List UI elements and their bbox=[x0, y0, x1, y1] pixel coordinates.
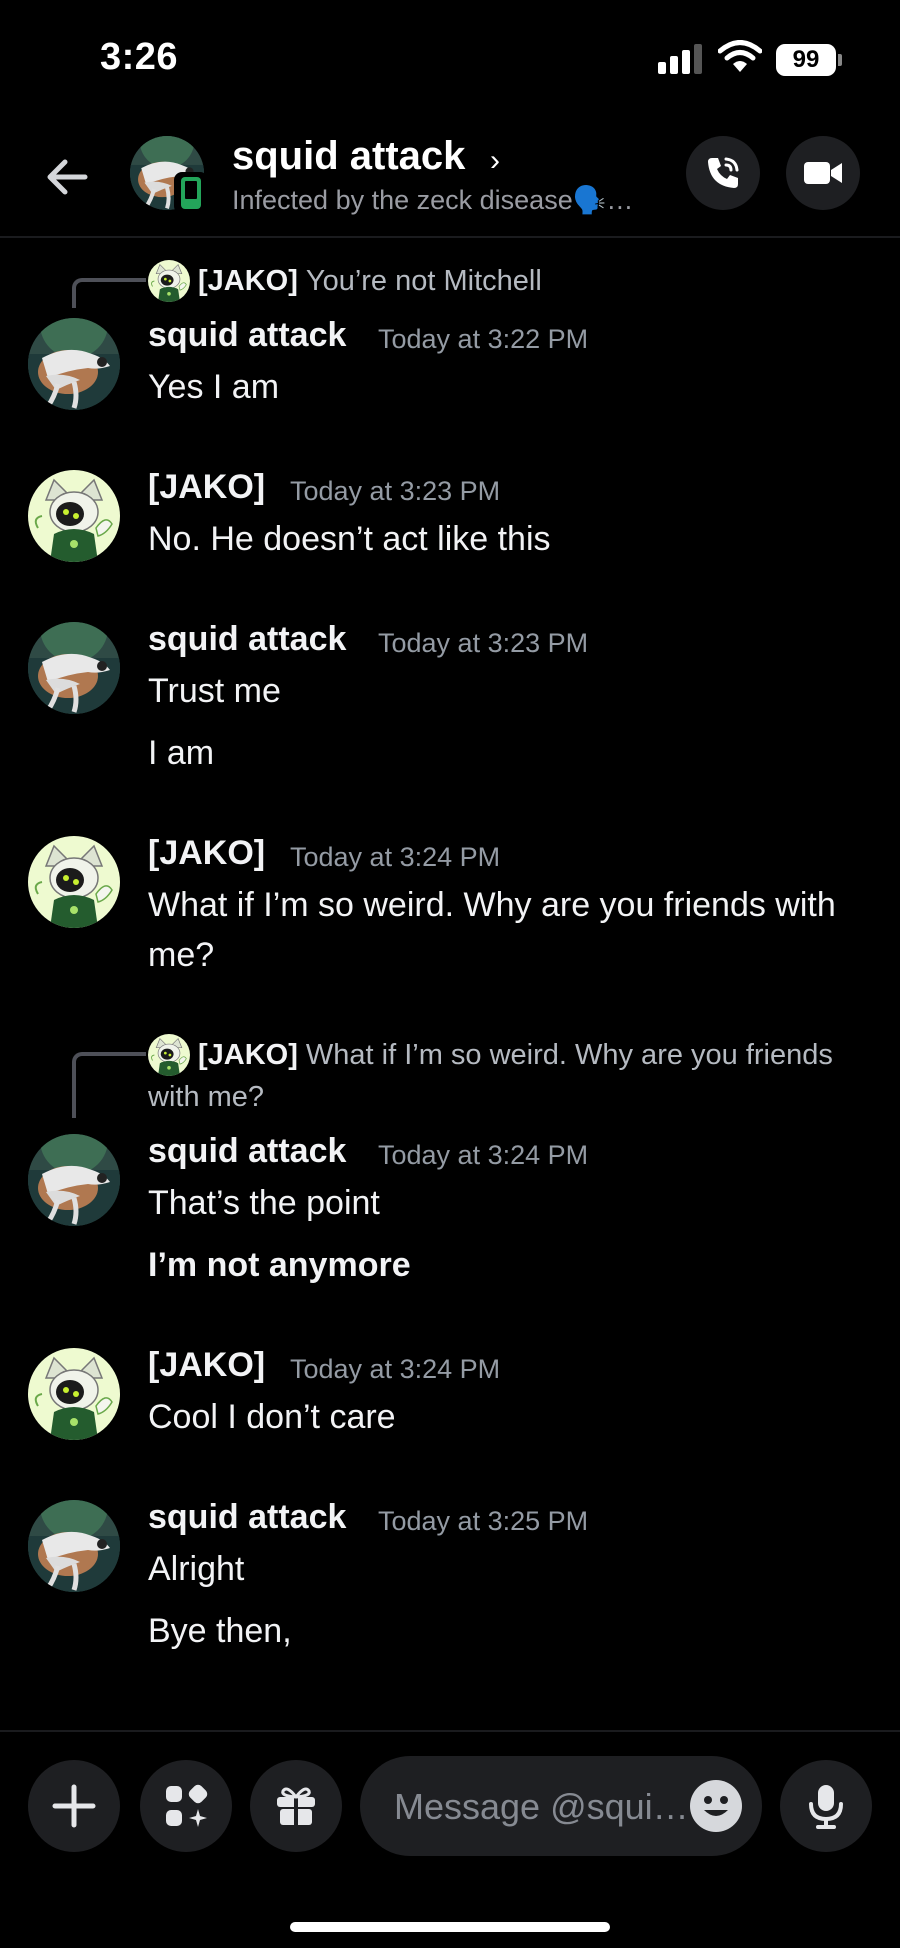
video-call-button[interactable] bbox=[786, 136, 860, 210]
reply-author: [JAKO] bbox=[198, 1039, 298, 1071]
apps-button[interactable] bbox=[140, 1760, 232, 1852]
mobile-online-icon bbox=[174, 172, 208, 214]
message-text[interactable]: That’s the point bbox=[148, 1178, 878, 1228]
reply-author: [JAKO] bbox=[198, 265, 298, 297]
voice-call-button[interactable] bbox=[686, 136, 760, 210]
avatar[interactable] bbox=[28, 1500, 120, 1592]
reply-text: You’re not Mitchell bbox=[305, 265, 542, 297]
message-author[interactable]: squid attack bbox=[148, 1498, 346, 1537]
message-timestamp: Today at 3:25 PM bbox=[378, 1506, 589, 1536]
avatar[interactable] bbox=[28, 470, 120, 562]
message-timestamp: Today at 3:24 PM bbox=[378, 1140, 589, 1170]
avatar[interactable] bbox=[28, 1134, 120, 1226]
message-author[interactable]: squid attack bbox=[148, 316, 346, 355]
wifi-icon bbox=[718, 40, 762, 72]
message-text[interactable]: Alright bbox=[148, 1544, 878, 1594]
arrow-left-icon bbox=[47, 159, 88, 195]
battery-icon: 99 bbox=[776, 44, 836, 76]
page-title[interactable]: squid attack bbox=[232, 134, 465, 179]
chevron-right-icon[interactable]: › bbox=[490, 144, 500, 178]
voice-message-button[interactable] bbox=[780, 1760, 872, 1852]
conversation-header: squid attack › Infected by the zeck dise… bbox=[0, 120, 900, 238]
message-input[interactable]: Message @squi… bbox=[360, 1756, 762, 1856]
cellular-signal-icon bbox=[658, 44, 704, 74]
emoji-icon bbox=[704, 1796, 728, 1816]
gift-icon bbox=[277, 1787, 315, 1825]
plus-icon bbox=[52, 1784, 96, 1828]
battery-tip bbox=[838, 54, 842, 66]
apps-icon bbox=[166, 1784, 208, 1827]
message-text[interactable]: Yes I am bbox=[148, 362, 878, 412]
avatar[interactable] bbox=[28, 318, 120, 410]
phone-icon bbox=[708, 157, 739, 188]
home-indicator[interactable] bbox=[290, 1922, 610, 1932]
status-time: 3:26 bbox=[100, 36, 179, 78]
avatar[interactable] bbox=[28, 1348, 120, 1440]
avatar bbox=[148, 260, 190, 302]
emoji-button[interactable] bbox=[690, 1780, 742, 1832]
avatar[interactable] bbox=[28, 622, 120, 714]
reply-preview[interactable]: [JAKO] What if I’m so weird. Why are you … bbox=[148, 1034, 888, 1118]
reply-connector bbox=[72, 278, 146, 308]
custom-status: Infected by the zeck disease🗣️… bbox=[232, 185, 634, 215]
add-attachment-button[interactable] bbox=[28, 1760, 120, 1852]
message-timestamp: Today at 3:23 PM bbox=[378, 628, 589, 658]
message-text[interactable]: I’m not anymore bbox=[148, 1240, 878, 1290]
message-text[interactable]: Bye then, bbox=[148, 1606, 878, 1656]
message-author[interactable]: squid attack bbox=[148, 620, 346, 659]
status-bar: 3:26 99 bbox=[0, 0, 900, 120]
battery-level: 99 bbox=[792, 46, 820, 73]
message-author[interactable]: [JAKO] bbox=[148, 834, 265, 873]
message-text[interactable]: What if I’m so weird. Why are you friend… bbox=[148, 880, 878, 980]
message-author[interactable]: squid attack bbox=[148, 1132, 346, 1171]
gift-button[interactable] bbox=[250, 1760, 342, 1852]
message-timestamp: Today at 3:24 PM bbox=[290, 842, 501, 872]
avatar[interactable] bbox=[28, 836, 120, 928]
message-timestamp: Today at 3:22 PM bbox=[378, 324, 589, 354]
microphone-icon bbox=[809, 1785, 843, 1829]
reply-connector bbox=[72, 1052, 146, 1118]
message-list[interactable]: [JAKO] You’re not Mitchell squid attack T… bbox=[0, 240, 900, 1730]
message-text[interactable]: Trust me bbox=[148, 666, 878, 716]
message-timestamp: Today at 3:24 PM bbox=[290, 1354, 501, 1384]
video-camera-icon bbox=[804, 162, 842, 184]
message-text[interactable]: I am bbox=[148, 728, 878, 778]
message-composer: Message @squi… bbox=[0, 1730, 900, 1948]
message-author[interactable]: [JAKO] bbox=[148, 1346, 265, 1385]
back-button[interactable] bbox=[34, 144, 100, 210]
message-input-placeholder: Message @squi… bbox=[394, 1786, 689, 1827]
message-text[interactable]: No. He doesn’t act like this bbox=[148, 514, 878, 564]
message-author[interactable]: [JAKO] bbox=[148, 468, 265, 507]
message-text[interactable]: Cool I don’t care bbox=[148, 1392, 878, 1442]
reply-preview[interactable]: [JAKO] You’re not Mitchell bbox=[198, 260, 542, 302]
message-timestamp: Today at 3:23 PM bbox=[290, 476, 501, 506]
